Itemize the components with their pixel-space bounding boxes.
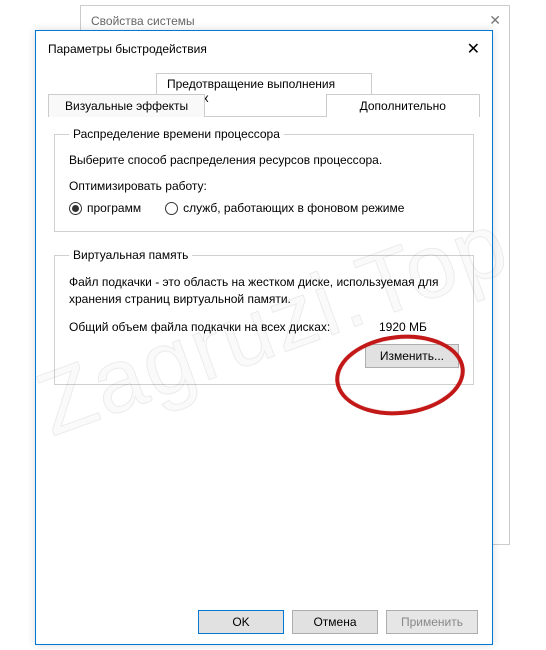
- background-close-icon[interactable]: ✕: [489, 12, 501, 29]
- radio-icon-checked: [69, 202, 82, 215]
- vm-total-label: Общий объем файла подкачки на всех диска…: [69, 320, 369, 334]
- group-vm-legend: Виртуальная память: [69, 248, 192, 262]
- performance-options-dialog: Параметры быстродействия ✕ Предотвращени…: [35, 30, 493, 645]
- radio-programs[interactable]: программ: [69, 201, 141, 215]
- tab-advanced[interactable]: Дополнительно: [326, 94, 480, 117]
- vm-change-wrap: Изменить...: [69, 344, 459, 368]
- dialog-content: Распределение времени процессора Выберит…: [36, 117, 492, 411]
- group-virtual-memory: Виртуальная память Файл подкачки - это о…: [54, 248, 474, 385]
- change-button[interactable]: Изменить...: [365, 344, 459, 368]
- radio-services[interactable]: служб, работающих в фоновом режиме: [165, 201, 404, 215]
- vm-total-value: 1920 МБ: [369, 320, 459, 334]
- dialog-buttons: OK Отмена Применить: [198, 610, 478, 634]
- radio-icon-unchecked: [165, 202, 178, 215]
- vm-total-row: Общий объем файла подкачки на всех диска…: [69, 320, 459, 334]
- vm-desc: Файл подкачки - это область на жестком д…: [69, 274, 459, 308]
- tabs: Предотвращение выполнения данных Визуаль…: [48, 73, 480, 117]
- dialog-title: Параметры быстродействия: [48, 42, 207, 56]
- radio-services-label: служб, работающих в фоновом режиме: [183, 201, 404, 215]
- close-icon[interactable]: ✕: [467, 39, 480, 59]
- radio-programs-label: программ: [87, 201, 141, 215]
- titlebar: Параметры быстродействия ✕: [36, 31, 492, 67]
- group-cpu-scheduling: Распределение времени процессора Выберит…: [54, 127, 474, 232]
- apply-button[interactable]: Применить: [386, 610, 478, 634]
- radio-row: программ служб, работающих в фоновом реж…: [69, 201, 459, 215]
- ok-button[interactable]: OK: [198, 610, 284, 634]
- group-cpu-legend: Распределение времени процессора: [69, 127, 284, 141]
- cpu-desc: Выберите способ распределения ресурсов п…: [69, 153, 459, 167]
- optimize-label: Оптимизировать работу:: [69, 179, 459, 193]
- cancel-button[interactable]: Отмена: [292, 610, 378, 634]
- tab-visual-effects[interactable]: Визуальные эффекты: [48, 94, 205, 117]
